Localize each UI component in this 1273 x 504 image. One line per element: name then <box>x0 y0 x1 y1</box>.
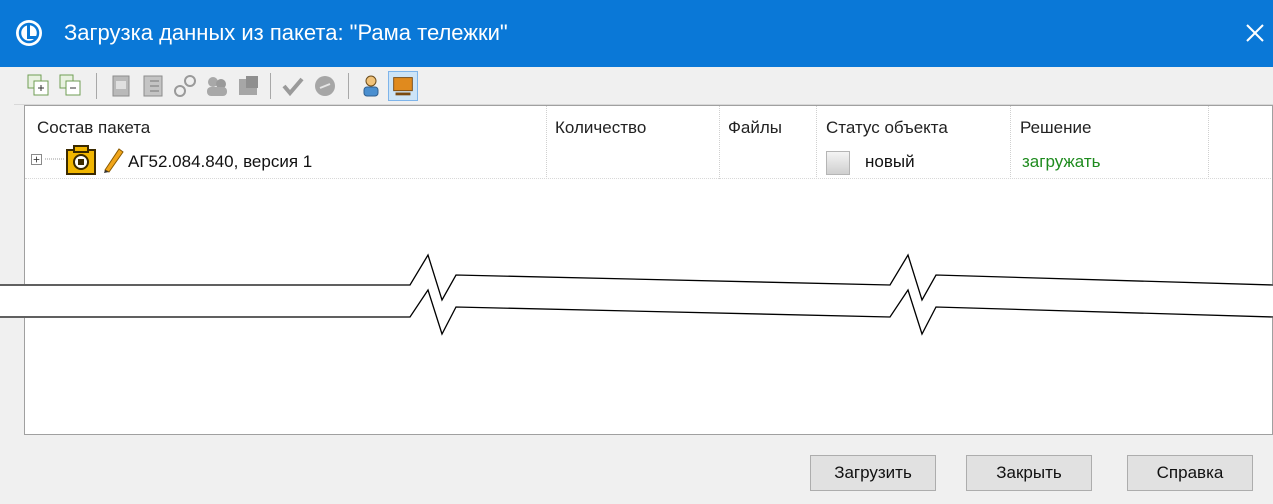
link-icon[interactable] <box>170 71 200 101</box>
column-divider <box>546 106 547 179</box>
reject-icon[interactable] <box>310 71 340 101</box>
expand-all-icon[interactable] <box>24 71 54 101</box>
tree-connector <box>45 158 65 160</box>
column-header-decision[interactable]: Решение <box>1020 118 1091 138</box>
column-header-files[interactable]: Файлы <box>728 118 782 138</box>
document-icon[interactable] <box>106 71 136 101</box>
title-bar: Загрузка данных из пакета: "Рама тележки… <box>0 0 1273 67</box>
column-header-contents[interactable]: Состав пакета <box>37 118 150 138</box>
toolbar <box>14 68 1273 105</box>
pencil-icon <box>104 148 124 173</box>
column-header-status[interactable]: Статус объекта <box>826 118 948 138</box>
row-status: новый <box>865 152 915 171</box>
status-indicator-icon <box>826 151 850 175</box>
dialog-window: Загрузка данных из пакета: "Рама тележки… <box>0 0 1273 504</box>
close-icon[interactable] <box>1240 16 1270 50</box>
column-divider <box>1208 106 1209 179</box>
assembly-icon <box>66 145 96 175</box>
row-decision[interactable]: загружать <box>1022 152 1101 172</box>
help-button[interactable]: Справка <box>1127 455 1253 491</box>
break-line-icon <box>0 253 1273 336</box>
check-icon[interactable] <box>278 71 308 101</box>
row-divider <box>25 178 1271 179</box>
user-icon[interactable] <box>356 71 386 101</box>
list-document-icon[interactable] <box>138 71 168 101</box>
column-divider <box>719 106 720 179</box>
expand-row-icon[interactable] <box>31 154 42 165</box>
group-icon[interactable] <box>202 71 232 101</box>
toolbar-separator <box>96 73 97 99</box>
load-button[interactable]: Загрузить <box>810 455 936 491</box>
app-logo-icon <box>16 20 42 46</box>
window-title: Загрузка данных из пакета: "Рама тележки… <box>64 20 508 45</box>
toolbar-separator <box>270 73 271 99</box>
column-divider <box>816 106 817 179</box>
row-object-name: АГ52.084.840, версия 1 <box>128 152 313 171</box>
column-header-quantity[interactable]: Количество <box>555 118 646 138</box>
toolbar-separator <box>348 73 349 99</box>
stamp-icon[interactable] <box>234 71 264 101</box>
close-button[interactable]: Закрыть <box>966 455 1092 491</box>
collapse-all-icon[interactable] <box>56 71 86 101</box>
monitor-icon[interactable] <box>388 71 418 101</box>
column-divider <box>1010 106 1011 179</box>
